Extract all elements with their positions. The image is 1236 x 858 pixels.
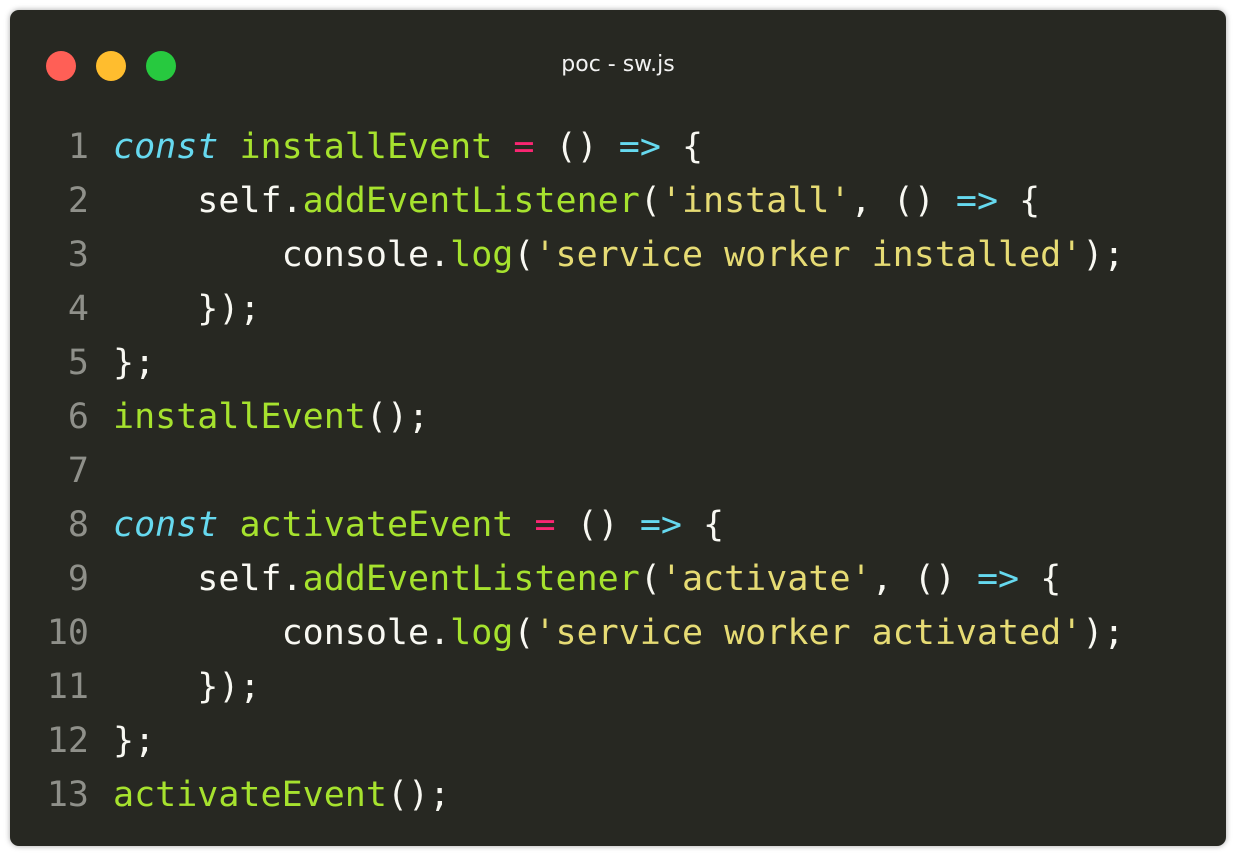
code-token: installEvent — [113, 397, 366, 437]
code-token: => — [976, 559, 1020, 599]
code-token: = — [513, 127, 535, 167]
line-source: }); — [113, 660, 261, 714]
line-source: self.addEventListener('install', () => { — [113, 174, 1040, 228]
code-token: ); — [1082, 235, 1125, 275]
code-token: const — [113, 127, 219, 167]
line-source: console.log('service worker installed'); — [113, 228, 1125, 282]
code-token: self. — [113, 181, 303, 221]
line-source: }; — [113, 336, 155, 390]
code-token: addEventListener — [302, 181, 640, 221]
line-number: 10 — [46, 613, 89, 653]
code-line: 7 — [10, 444, 1226, 498]
code-token: = — [534, 505, 556, 545]
line-source: installEvent(); — [113, 390, 429, 444]
code-token: => — [618, 127, 661, 167]
code-token: log — [450, 613, 514, 653]
code-line: 5}; — [10, 336, 1226, 390]
code-token: log — [450, 235, 514, 275]
code-line: 9 self.addEventListener('activate', () =… — [10, 552, 1226, 606]
code-line: 10 console.log('service worker activated… — [10, 606, 1226, 660]
code-window: poc - sw.js 1 const installEvent = () => … — [10, 10, 1226, 846]
code-token: 'service worker installed' — [534, 235, 1083, 275]
code-token: activateEvent — [239, 505, 514, 545]
code-token: installEvent — [239, 127, 493, 167]
code-token: (); — [365, 397, 430, 437]
code-token: { — [998, 181, 1041, 221]
code-token: addEventListener — [302, 559, 640, 599]
code-line: 1 const installEvent = () => { — [10, 120, 1226, 174]
code-token: ( — [639, 559, 661, 599]
code-token: () — [534, 127, 619, 167]
code-token: () — [555, 505, 640, 545]
line-source: }); — [113, 282, 261, 336]
code-line: 4 }); — [10, 282, 1226, 336]
code-token: self. — [113, 559, 303, 599]
code-token: { — [1019, 559, 1062, 599]
line-source: const activateEvent = () => { — [113, 498, 724, 552]
code-token: 'install' — [660, 181, 851, 221]
code-token: 'activate' — [660, 559, 872, 599]
code-line: 8 const activateEvent = () => { — [10, 498, 1226, 552]
code-token: console. — [113, 235, 451, 275]
code-editor[interactable]: 1 const installEvent = () => {2 self.addE… — [10, 120, 1226, 822]
line-number: 12 — [46, 721, 89, 761]
code-token: activateEvent — [113, 775, 387, 815]
code-token: , () — [871, 559, 977, 599]
line-source: self.addEventListener('activate', () => … — [113, 552, 1061, 606]
line-number: 13 — [46, 775, 89, 815]
code-line: 12}; — [10, 714, 1226, 768]
code-token: }; — [113, 343, 156, 383]
code-token: }; — [113, 721, 156, 761]
line-number: 11 — [46, 667, 89, 707]
code-token: => — [639, 505, 682, 545]
line-number: 5 — [67, 343, 89, 383]
title-bar: poc - sw.js — [10, 10, 1226, 120]
line-number: 2 — [67, 181, 89, 221]
code-line: 3 console.log('service worker installed'… — [10, 228, 1226, 282]
line-source: activateEvent(); — [113, 768, 450, 822]
code-token: ( — [639, 181, 661, 221]
code-token: ( — [513, 613, 535, 653]
code-line: 13 activateEvent(); — [10, 768, 1226, 822]
code-token: }); — [113, 667, 261, 707]
code-token: const — [113, 505, 219, 545]
code-token: 'service worker activated' — [534, 613, 1083, 653]
line-number: 3 — [67, 235, 89, 275]
code-line: 11 }); — [10, 660, 1226, 714]
code-token: console. — [113, 613, 451, 653]
line-number: 4 — [67, 289, 89, 329]
code-token: ); — [1082, 613, 1125, 653]
code-token: , () — [850, 181, 956, 221]
line-number: 9 — [67, 559, 89, 599]
code-line: 6 installEvent(); — [10, 390, 1226, 444]
line-number: 6 — [67, 397, 89, 437]
code-token: }); — [113, 289, 261, 329]
line-number: 1 — [67, 127, 89, 167]
code-token: { — [681, 505, 725, 545]
line-number: 7 — [67, 451, 89, 491]
code-token: ( — [513, 235, 535, 275]
line-source: console.log('service worker activated'); — [113, 606, 1125, 660]
line-source: const installEvent = () => { — [113, 120, 703, 174]
line-source: }; — [113, 714, 155, 768]
window-title: poc - sw.js — [561, 52, 675, 77]
code-token: { — [660, 127, 704, 167]
code-line: 2 self.addEventListener('install', () =>… — [10, 174, 1226, 228]
code-token: (); — [386, 775, 451, 815]
code-token: => — [955, 181, 999, 221]
line-number: 8 — [67, 505, 89, 545]
